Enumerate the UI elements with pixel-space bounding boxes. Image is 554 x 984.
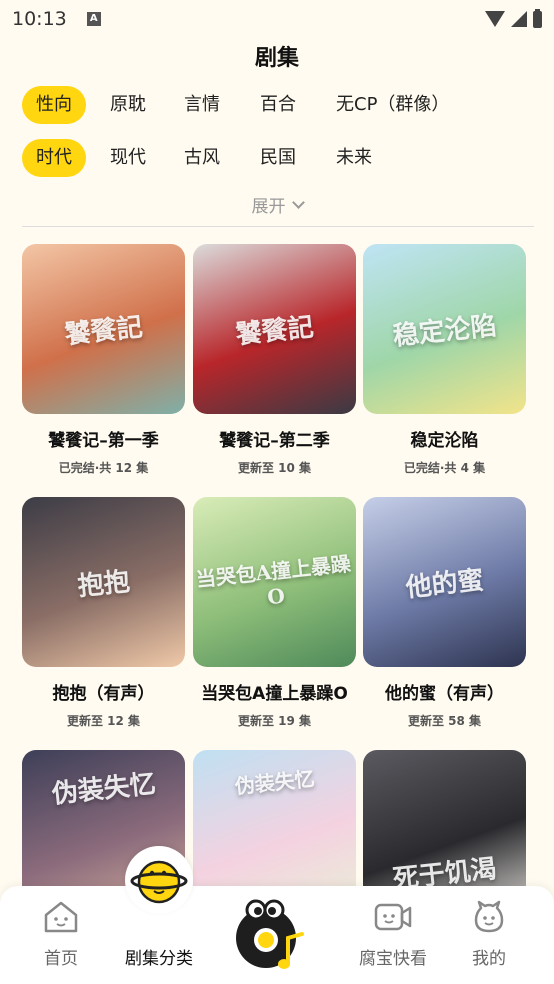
page-title: 剧集: [254, 46, 299, 71]
cover-title-art: 当哭包A撞上暴躁O: [194, 551, 352, 610]
cover-title-art: 伪装失忆: [233, 765, 316, 799]
drama-title: 饕餮记–第二季: [219, 431, 330, 451]
cover-title-art: 抱抱: [76, 566, 132, 603]
nav-label: 腐宝快看: [359, 949, 427, 969]
planet-mascot-icon: [130, 860, 188, 904]
categories-mascot-button[interactable]: [125, 846, 193, 914]
drama-card[interactable]: 当哭包A撞上暴躁O 当哭包A撞上暴躁O 更新至 19 集: [193, 497, 356, 729]
filter-row-orientation: 性向 原耽 言情 百合 无CP（群像）: [22, 86, 463, 124]
drama-card[interactable]: 饕餮記 饕餮记–第二季 更新至 10 集: [193, 244, 356, 476]
drama-title: 抱抱（有声）: [52, 684, 155, 704]
divider: [22, 226, 534, 227]
drama-cover[interactable]: 当哭包A撞上暴躁O: [193, 497, 356, 667]
cover-title-art: 稳定沦陷: [391, 311, 499, 352]
drama-card[interactable]: 抱抱 抱抱（有声） 更新至 12 集: [22, 497, 185, 729]
expand-label: 展开: [251, 197, 286, 217]
cover-title-art: 伪装失忆: [50, 769, 158, 811]
drama-title: 稳定沦陷: [410, 431, 479, 451]
drama-card[interactable]: 稳定沦陷 稳定沦陷 已完结·共 4 集: [363, 244, 526, 476]
drama-episode-status: 更新至 12 集: [66, 714, 141, 728]
home-icon: [41, 900, 81, 934]
drama-card[interactable]: 他的蜜 他的蜜（有声） 更新至 58 集: [363, 497, 526, 729]
drama-episode-status: 已完结·共 4 集: [403, 461, 486, 475]
music-mascot-button[interactable]: [230, 898, 308, 970]
drama-cover[interactable]: 抱抱: [22, 497, 185, 667]
filter-chip-ancient[interactable]: 古风: [170, 139, 234, 177]
drama-episode-status: 已完结·共 12 集: [58, 461, 149, 475]
filter-chip-orientation[interactable]: 性向: [22, 86, 86, 124]
cover-title-art: 他的蜜: [404, 565, 486, 604]
nav-label: 剧集分类: [125, 949, 193, 969]
signal-icon: [511, 11, 527, 27]
expand-button[interactable]: 展开: [0, 192, 554, 217]
wifi-icon: [485, 11, 505, 27]
status-icons: [485, 8, 542, 28]
drama-title: 饕餮记–第一季: [48, 431, 159, 451]
filter-chip-romance[interactable]: 言情: [170, 86, 234, 124]
drama-episode-status: 更新至 10 集: [237, 461, 312, 475]
cover-title-art: 饕餮記: [234, 312, 316, 351]
filter-row-era: 时代 现代 古风 民国 未来: [22, 139, 386, 177]
drama-card[interactable]: 饕餮記 饕餮记–第一季 已完结·共 12 集: [22, 244, 185, 476]
nav-item-home[interactable]: 首页: [11, 900, 111, 969]
music-mascot-icon: [236, 899, 304, 969]
filter-chip-no-cp[interactable]: 无CP（群像）: [322, 86, 463, 124]
filter-chip-modern[interactable]: 现代: [96, 139, 160, 177]
drama-title: 他的蜜（有声）: [385, 684, 504, 704]
cover-title-art: 饕餮記: [63, 312, 145, 351]
drama-cover[interactable]: 他的蜜: [363, 497, 526, 667]
drama-cover[interactable]: 饕餮記: [22, 244, 185, 414]
nav-label: 首页: [44, 949, 78, 969]
nav-item-profile[interactable]: 我的: [439, 900, 539, 969]
nav-label: 我的: [472, 949, 506, 969]
battery-icon: [533, 8, 542, 28]
notification-icon: A: [86, 12, 101, 26]
chevron-down-icon: [291, 195, 305, 209]
profile-mascot-icon: [469, 900, 509, 934]
drama-cover[interactable]: 稳定沦陷: [363, 244, 526, 414]
drama-cover[interactable]: 饕餮記: [193, 244, 356, 414]
filter-chip-bl[interactable]: 原耽: [96, 86, 160, 124]
status-time: 10:13: [12, 8, 67, 30]
drama-episode-status: 更新至 19 集: [237, 714, 312, 728]
filter-chip-future[interactable]: 未来: [322, 139, 386, 177]
filter-chip-republic[interactable]: 民国: [246, 139, 310, 177]
filter-chip-era[interactable]: 时代: [22, 139, 86, 177]
drama-episode-status: 更新至 58 集: [407, 714, 482, 728]
drama-title: 当哭包A撞上暴躁O: [201, 684, 348, 704]
filter-chip-gl[interactable]: 百合: [246, 86, 310, 124]
status-bar: 10:13 A: [0, 0, 554, 38]
nav-item-quick-view[interactable]: 腐宝快看: [343, 900, 443, 969]
video-icon: [373, 900, 413, 934]
